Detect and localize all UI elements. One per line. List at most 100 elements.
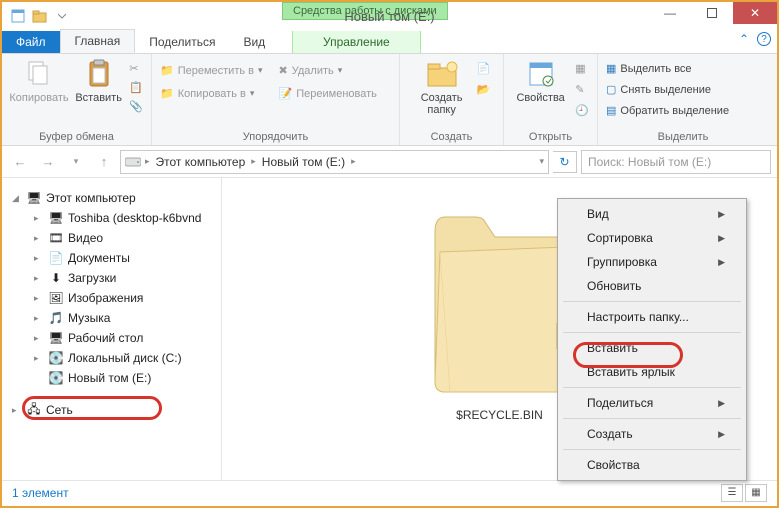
tree-item[interactable]: ▸🖥Toshiba (desktop-k6bvnd [30,208,215,228]
history-button[interactable]: 🕘 [575,102,589,119]
tree-item[interactable]: ▸🎞Видео [30,228,215,248]
chevron-right-icon: ▶ [718,398,725,409]
qat-newfolder-icon[interactable] [30,6,50,26]
tab-share[interactable]: Поделиться [135,31,229,53]
ctx-refresh[interactable]: Обновить [561,274,743,298]
cut-button[interactable]: ✂ [129,60,143,77]
ctx-separator [563,418,741,419]
tree-item[interactable]: ▸🎵Музыка [30,308,215,328]
tab-home[interactable]: Главная [60,29,136,53]
copy-button[interactable]: Копировать [10,58,68,104]
item-label[interactable]: $RECYCLE.BIN [456,408,543,422]
nav-tree[interactable]: ◢🖥Этот компьютер ▸🖥Toshiba (desktop-k6bv… [2,178,222,480]
group-organize-label: Упорядочить [160,131,391,143]
drive-icon [125,156,141,168]
minimize-button[interactable]: — [649,2,691,24]
tab-file[interactable]: Файл [2,31,60,53]
ctx-paste[interactable]: Вставить [561,336,743,360]
ctx-separator [563,301,741,302]
ctx-properties[interactable]: Свойства [561,453,743,477]
nav-forward-button[interactable]: → [36,150,60,174]
rename-icon: 📝 [279,87,293,100]
nav-recent-button[interactable]: ▾ [64,150,88,174]
ctx-share[interactable]: Поделиться▶ [561,391,743,415]
selectall-button[interactable]: ▦Выделить все [606,60,729,77]
rename-button[interactable]: 📝Переименовать [279,85,377,102]
breadcrumb-root[interactable]: Этот компьютер [154,155,248,169]
copypath-button[interactable]: 📋 [129,79,143,96]
easyaccess-icon: 📂 [477,83,491,96]
ctx-sort[interactable]: Сортировка▶ [561,226,743,250]
tree-thispc[interactable]: ◢🖥Этот компьютер [8,188,215,208]
chevron-right-icon: ▶ [718,257,725,268]
ctx-customize[interactable]: Настроить папку... [561,305,743,329]
open-icon: ▦ [575,62,585,75]
moveto-button[interactable]: 📁Переместить в ▾ [160,62,263,79]
ctx-pasteshortcut[interactable]: Вставить ярлык [561,360,743,384]
ribbon-collapse-icon[interactable]: ⌃ [739,32,749,46]
delete-button[interactable]: ✖Удалить ▾ [279,62,377,79]
address-bar[interactable]: ▸ Этот компьютер ▸ Новый том (E:) ▸ ▾ [120,150,549,174]
copyto-button[interactable]: 📁Копировать в ▾ [160,85,263,102]
copyto-icon: 📁 [160,87,174,100]
properties-button[interactable]: Свойства [512,58,569,104]
tree-item[interactable]: ▸🖼Изображения [30,288,215,308]
chevron-right-icon: ▶ [718,429,725,440]
invertselect-button[interactable]: ▤Обратить выделение [606,102,729,119]
group-new-label: Создать [408,131,495,143]
newitem-button[interactable]: 📄 [477,60,491,77]
paste-icon [83,58,115,90]
tree-item[interactable]: ▸🖥Рабочий стол [30,328,215,348]
tree-item[interactable]: ▸⬇Загрузки [30,268,215,288]
status-count: 1 элемент [12,486,69,500]
selectnone-button[interactable]: ▢Снять выделение [606,81,729,98]
pasteshortcut-button[interactable]: 📎 [129,98,143,115]
tree-item[interactable]: ▸💽Локальный диск (C:) [30,348,215,368]
chevron-right-icon: ▶ [718,233,725,244]
breadcrumb-current[interactable]: Новый том (E:) [260,155,347,169]
path-icon: 📋 [129,81,143,94]
ctx-group[interactable]: Группировка▶ [561,250,743,274]
qat-dropdown-icon[interactable] [52,6,72,26]
easyaccess-button[interactable]: 📂 [477,81,491,98]
tree-item[interactable]: ▸📄Документы [30,248,215,268]
ctx-separator [563,387,741,388]
network-icon: 🖧 [26,402,42,418]
group-open-label: Открыть [512,131,589,143]
edit-button[interactable]: ✎ [575,81,589,98]
qat-properties-icon[interactable] [8,6,28,26]
shortcut-icon: 📎 [129,100,143,113]
nav-back-button[interactable]: ← [8,150,32,174]
ctx-separator [563,332,741,333]
tab-manage[interactable]: Управление [292,31,421,53]
newitem-icon: 📄 [477,62,491,75]
selectall-icon: ▦ [606,62,616,75]
moveto-icon: 📁 [160,64,174,77]
open-button[interactable]: ▦ [575,60,589,77]
nav-up-button[interactable]: ↑ [92,150,116,174]
tree-item-selected[interactable]: 💽Новый том (E:) [30,368,215,388]
tab-view[interactable]: Вид [229,31,279,53]
scissors-icon: ✂ [129,62,138,75]
maximize-button[interactable] [691,2,733,24]
search-input[interactable]: Поиск: Новый том (E:) [581,150,771,174]
ctx-view[interactable]: Вид▶ [561,202,743,226]
paste-button[interactable]: Вставить [74,58,123,104]
downloads-icon: ⬇ [48,270,64,286]
newfolder-button[interactable]: Создать папку [413,58,471,116]
drive-e-icon: 💽 [48,370,64,386]
documents-icon: 📄 [48,250,64,266]
tree-network[interactable]: ▸🖧Сеть [8,400,215,420]
device-icon: 🖥 [48,210,64,226]
close-button[interactable]: ✕ [733,2,777,24]
desktop-icon: 🖥 [48,330,64,346]
refresh-button[interactable]: ↻ [553,151,577,173]
help-icon[interactable]: ? [757,32,771,46]
view-details-button[interactable]: ☰ [721,484,743,502]
video-icon: 🎞 [48,230,64,246]
address-dropdown-icon[interactable]: ▾ [539,156,544,167]
view-icons-button[interactable]: ▦ [745,484,767,502]
ctx-new[interactable]: Создать▶ [561,422,743,446]
delete-icon: ✖ [279,64,288,77]
copy-icon [23,58,55,90]
